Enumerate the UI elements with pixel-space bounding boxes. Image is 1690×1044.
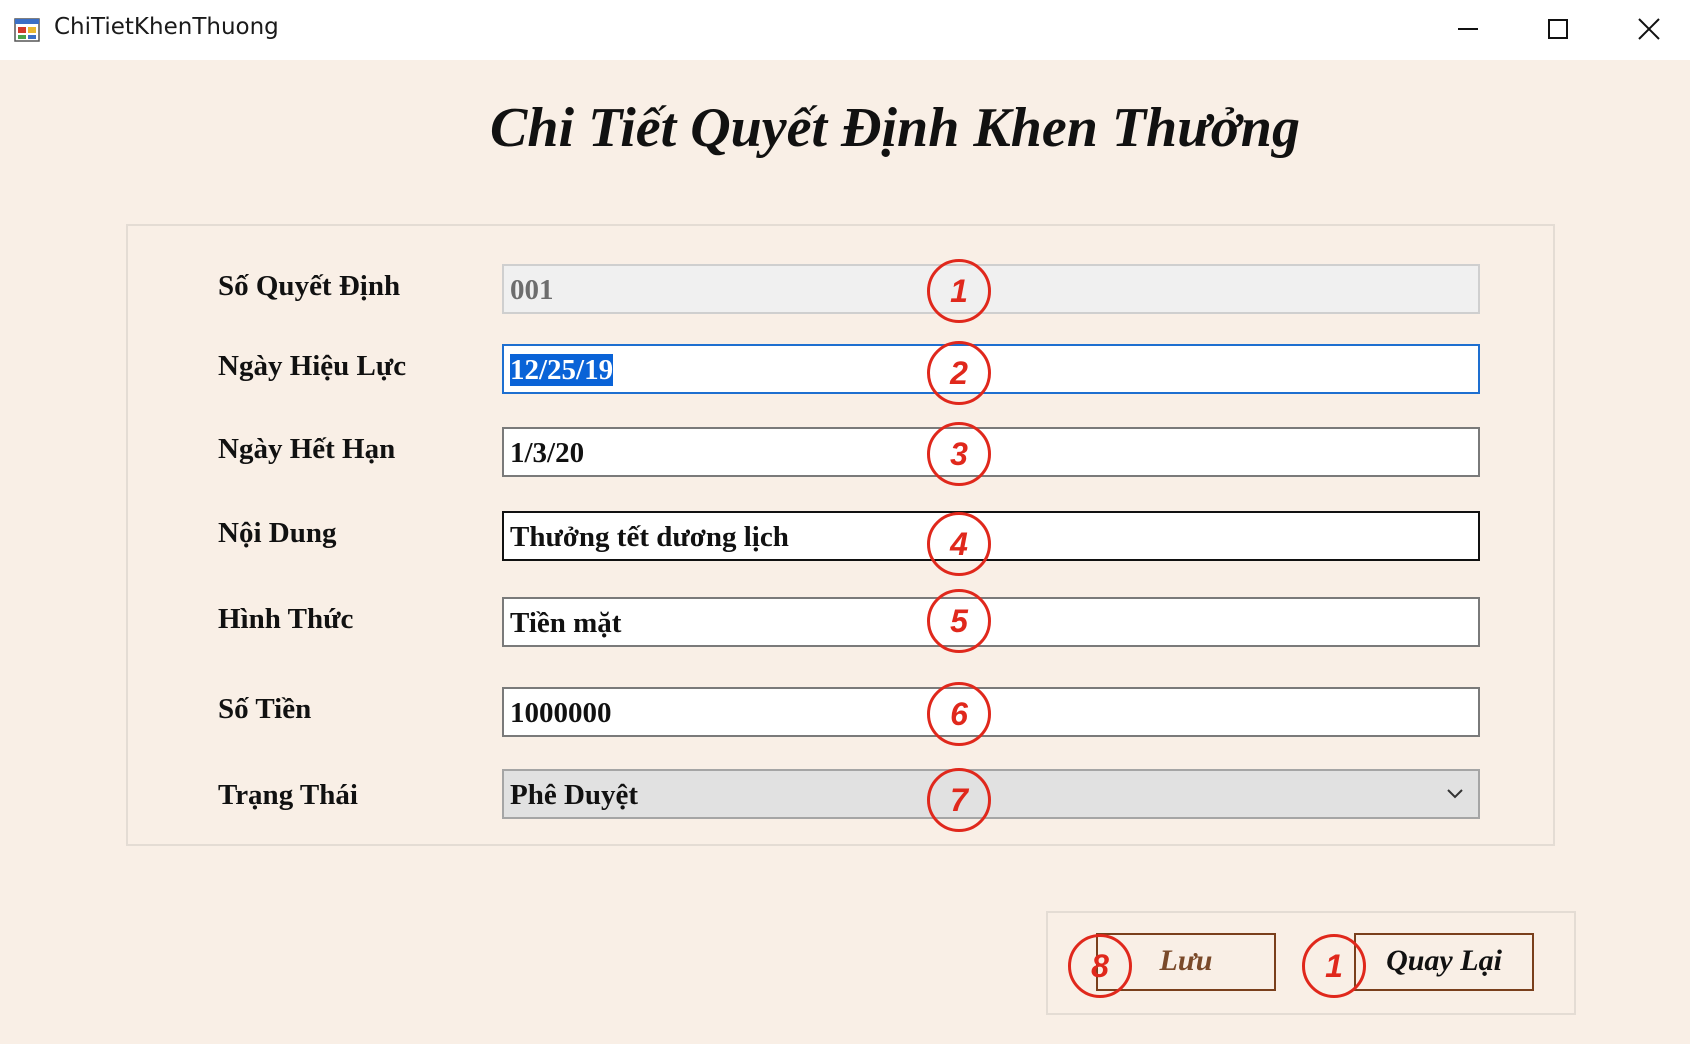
chevron-down-icon bbox=[1447, 789, 1463, 799]
title-bar: ChiTietKhenThuong bbox=[0, 0, 1690, 60]
annotation-badge: 4 bbox=[927, 512, 991, 576]
content-value: Thưởng tết dương lịch bbox=[510, 521, 789, 553]
status-dropdown[interactable]: Phê Duyệt bbox=[502, 769, 1480, 819]
page-title: Chi Tiết Quyết Định Khen Thưởng bbox=[490, 97, 1300, 159]
amount-label: Số Tiền bbox=[218, 693, 312, 725]
annotation-badge: 7 bbox=[927, 768, 991, 832]
decision-number-value: 001 bbox=[510, 274, 554, 306]
form-of-reward-value: Tiền mặt bbox=[510, 607, 622, 639]
effective-date-field[interactable]: 12/25/19 bbox=[502, 344, 1480, 394]
annotation-badge: 1 bbox=[927, 259, 991, 323]
annotation-badge: 3 bbox=[927, 422, 991, 486]
app-icon bbox=[14, 18, 40, 42]
content-field[interactable]: Thưởng tết dương lịch bbox=[502, 511, 1480, 561]
effective-date-value: 12/25/19 bbox=[510, 354, 614, 386]
annotation-badge: 8 bbox=[1068, 934, 1132, 998]
back-button[interactable]: Quay Lại bbox=[1354, 933, 1534, 991]
expiry-date-label: Ngày Hết Hạn bbox=[218, 433, 396, 465]
annotation-badge: 5 bbox=[927, 589, 991, 653]
maximize-icon bbox=[1548, 19, 1568, 39]
close-button[interactable] bbox=[1606, 0, 1690, 60]
expiry-date-value: 1/3/20 bbox=[510, 437, 585, 469]
amount-value: 1000000 bbox=[510, 697, 612, 729]
content-label: Nội Dung bbox=[218, 517, 337, 549]
minimize-button[interactable] bbox=[1425, 0, 1513, 60]
amount-field[interactable]: 1000000 bbox=[502, 687, 1480, 737]
annotation-badge: 2 bbox=[927, 341, 991, 405]
close-icon bbox=[1638, 18, 1660, 40]
annotation-badge: 6 bbox=[927, 682, 991, 746]
status-value: Phê Duyệt bbox=[510, 779, 639, 811]
window-title: ChiTietKhenThuong bbox=[54, 14, 279, 40]
minimize-icon bbox=[1458, 28, 1478, 30]
status-label: Trạng Thái bbox=[218, 779, 358, 811]
maximize-button[interactable] bbox=[1515, 0, 1603, 60]
decision-number-label: Số Quyết Định bbox=[218, 270, 401, 302]
form-of-reward-field[interactable]: Tiền mặt bbox=[502, 597, 1480, 647]
effective-date-label: Ngày Hiệu Lực bbox=[218, 350, 407, 382]
annotation-badge: 1 bbox=[1302, 934, 1366, 998]
form-of-reward-label: Hình Thức bbox=[218, 603, 354, 635]
decision-number-field[interactable]: 001 bbox=[502, 264, 1480, 314]
expiry-date-field[interactable]: 1/3/20 bbox=[502, 427, 1480, 477]
